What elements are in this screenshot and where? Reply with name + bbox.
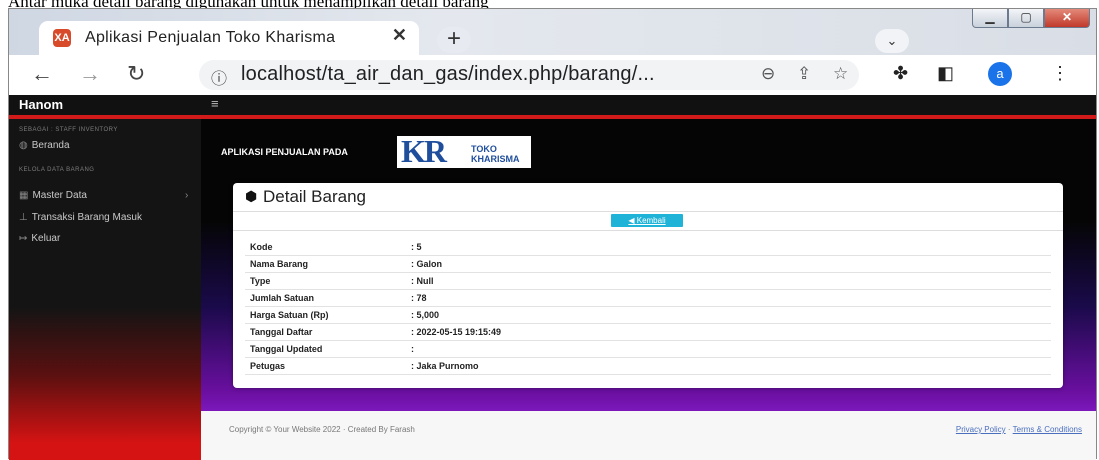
detail-value: : 78: [411, 293, 427, 303]
sidebar-item-keluar[interactable]: ↦ Keluar: [19, 233, 60, 244]
back-button-label: Kembali: [636, 216, 666, 225]
sidebar-toggle-icon[interactable]: ≡: [211, 96, 219, 111]
logo-line2: KHARISMA: [471, 154, 520, 164]
detail-value: : Jaka Purnomo: [411, 361, 479, 371]
detail-row: Harga Satuan (Rp) : 5,000: [245, 307, 1051, 324]
chart-icon: ⊥: [19, 212, 28, 223]
sidebar-item-label: Transaksi Barang Masuk: [31, 212, 142, 223]
share-icon[interactable]: ⇪: [797, 64, 811, 84]
action-row: ◀ Kembali: [233, 212, 1063, 231]
extensions-puzzle-icon[interactable]: ✤: [893, 63, 908, 84]
web-app: Hanom ≡ SEBAGAI : STAFF INVENTORY ◍ Beran…: [9, 95, 1096, 460]
detail-value: : 2022-05-15 19:15:49: [411, 327, 502, 337]
detail-table: Kode : 5 Nama Barang : Galon Type : Null Ju…: [245, 239, 1051, 375]
browser-tab[interactable]: XA Aplikasi Penjualan Toko Kharisma ✕: [39, 21, 419, 55]
sidebar-item-label: Keluar: [31, 233, 61, 244]
detail-value: : Galon: [411, 259, 442, 269]
side-panel-icon[interactable]: ◧: [937, 63, 954, 84]
detail-row: Petugas : Jaka Purnomo: [245, 358, 1051, 375]
detail-label: Petugas: [250, 361, 286, 371]
footer-links: Privacy Policy · Terms & Conditions: [956, 425, 1082, 434]
tab-close-icon[interactable]: ✕: [392, 25, 407, 46]
detail-row: Jumlah Satuan : 78: [245, 290, 1051, 307]
dashboard-icon: ◍: [19, 140, 28, 151]
minimize-icon[interactable]: ▁: [972, 9, 1008, 28]
main-content: APLIKASI PENJUALAN PADA KR TOKO KHARISMA…: [201, 119, 1096, 460]
detail-label: Type: [250, 276, 271, 286]
sidebar-heading-data: KELOLA DATA BARANG: [19, 167, 95, 173]
brand-name[interactable]: Hanom: [19, 97, 63, 112]
detail-value: :: [411, 344, 414, 354]
logout-icon: ↦: [19, 233, 28, 244]
detail-row: Tanggal Daftar : 2022-05-15 19:15:49: [245, 324, 1051, 341]
maximize-icon[interactable]: ▢: [1008, 9, 1044, 28]
footer: Copyright © Your Website 2022 · Created …: [201, 411, 1096, 460]
privacy-policy-link[interactable]: Privacy Policy: [956, 425, 1006, 434]
detail-label: Tanggal Updated: [250, 344, 323, 354]
store-logo: KR TOKO KHARISMA: [397, 133, 531, 169]
detail-value: : 5: [411, 242, 422, 252]
table-icon: ▦: [19, 190, 29, 201]
window-close-icon[interactable]: ✕: [1044, 9, 1090, 28]
detail-value: : 5,000: [411, 310, 440, 320]
zoom-icon[interactable]: ⊖: [761, 64, 775, 84]
app-topbar: Hanom ≡: [9, 95, 1096, 119]
sidebar-item-label: Master Data: [32, 190, 87, 201]
address-bar[interactable]: ⓘ localhost/ta_air_dan_gas/index.php/bar…: [199, 60, 859, 90]
sidebar-item-transaksi[interactable]: ⊥ Transaksi Barang Masuk: [19, 212, 142, 223]
footer-separator: ·: [1007, 425, 1011, 434]
detail-row: Tanggal Updated:: [245, 341, 1051, 358]
browser-toolbar: ← → ↻ ⓘ localhost/ta_air_dan_gas/index.p…: [9, 55, 1096, 95]
detail-label: Nama Barang: [250, 259, 309, 269]
copyright-text: Copyright © Your Website 2022 · Created …: [229, 425, 415, 434]
card-header: ⬢ Detail Barang: [233, 183, 1063, 212]
forward-arrow-icon[interactable]: →: [79, 61, 101, 87]
card-title: Detail Barang: [263, 187, 367, 206]
detail-row: Nama Barang : Galon: [245, 256, 1051, 273]
logo-line1: TOKO: [471, 144, 497, 154]
sidebar: SEBAGAI : STAFF INVENTORY ◍ Beranda KELOL…: [9, 119, 201, 460]
detail-label: Jumlah Satuan: [250, 293, 315, 303]
reload-icon[interactable]: ↻: [127, 61, 145, 87]
app-title: APLIKASI PENJUALAN PADA: [221, 147, 348, 157]
back-arrow-icon[interactable]: ←: [31, 61, 53, 87]
detail-value: : Null: [411, 276, 434, 286]
sidebar-heading-role: SEBAGAI : STAFF INVENTORY: [19, 127, 118, 133]
tab-search-chevron-icon[interactable]: ⌄: [875, 29, 909, 53]
xampp-favicon-icon: XA: [53, 29, 71, 47]
logo-mark: KR: [401, 133, 447, 169]
url-text: localhost/ta_air_dan_gas/index.php/baran…: [241, 63, 655, 85]
browser-menu-icon[interactable]: ⋮: [1051, 63, 1069, 84]
tab-strip: XA Aplikasi Penjualan Toko Kharisma ✕ + …: [9, 9, 1096, 55]
bookmark-star-icon[interactable]: ☆: [833, 64, 848, 84]
browser-window: XA Aplikasi Penjualan Toko Kharisma ✕ + …: [8, 8, 1097, 460]
detail-row: Kode : 5: [245, 239, 1051, 256]
terms-link[interactable]: Terms & Conditions: [1013, 425, 1082, 434]
tab-title: Aplikasi Penjualan Toko Kharisma: [85, 29, 336, 46]
detail-label: Kode: [250, 242, 273, 252]
sidebar-item-beranda[interactable]: ◍ Beranda: [19, 140, 70, 151]
chevron-right-icon: ›: [185, 190, 189, 201]
new-tab-icon[interactable]: +: [437, 27, 471, 53]
detail-label: Harga Satuan (Rp): [250, 310, 329, 320]
sidebar-item-master-data[interactable]: ▦ Master Data: [19, 190, 87, 201]
detail-card: ⬢ Detail Barang ◀ Kembali Kode : 5 Nama B…: [233, 183, 1063, 388]
sidebar-item-label: Beranda: [31, 140, 70, 151]
detail-label: Tanggal Daftar: [250, 327, 313, 337]
site-info-icon[interactable]: ⓘ: [211, 65, 227, 89]
detail-row: Type : Null: [245, 273, 1051, 290]
back-button[interactable]: ◀ Kembali: [611, 214, 683, 227]
profile-avatar[interactable]: a: [988, 62, 1012, 86]
cube-icon: ⬢: [245, 188, 258, 204]
